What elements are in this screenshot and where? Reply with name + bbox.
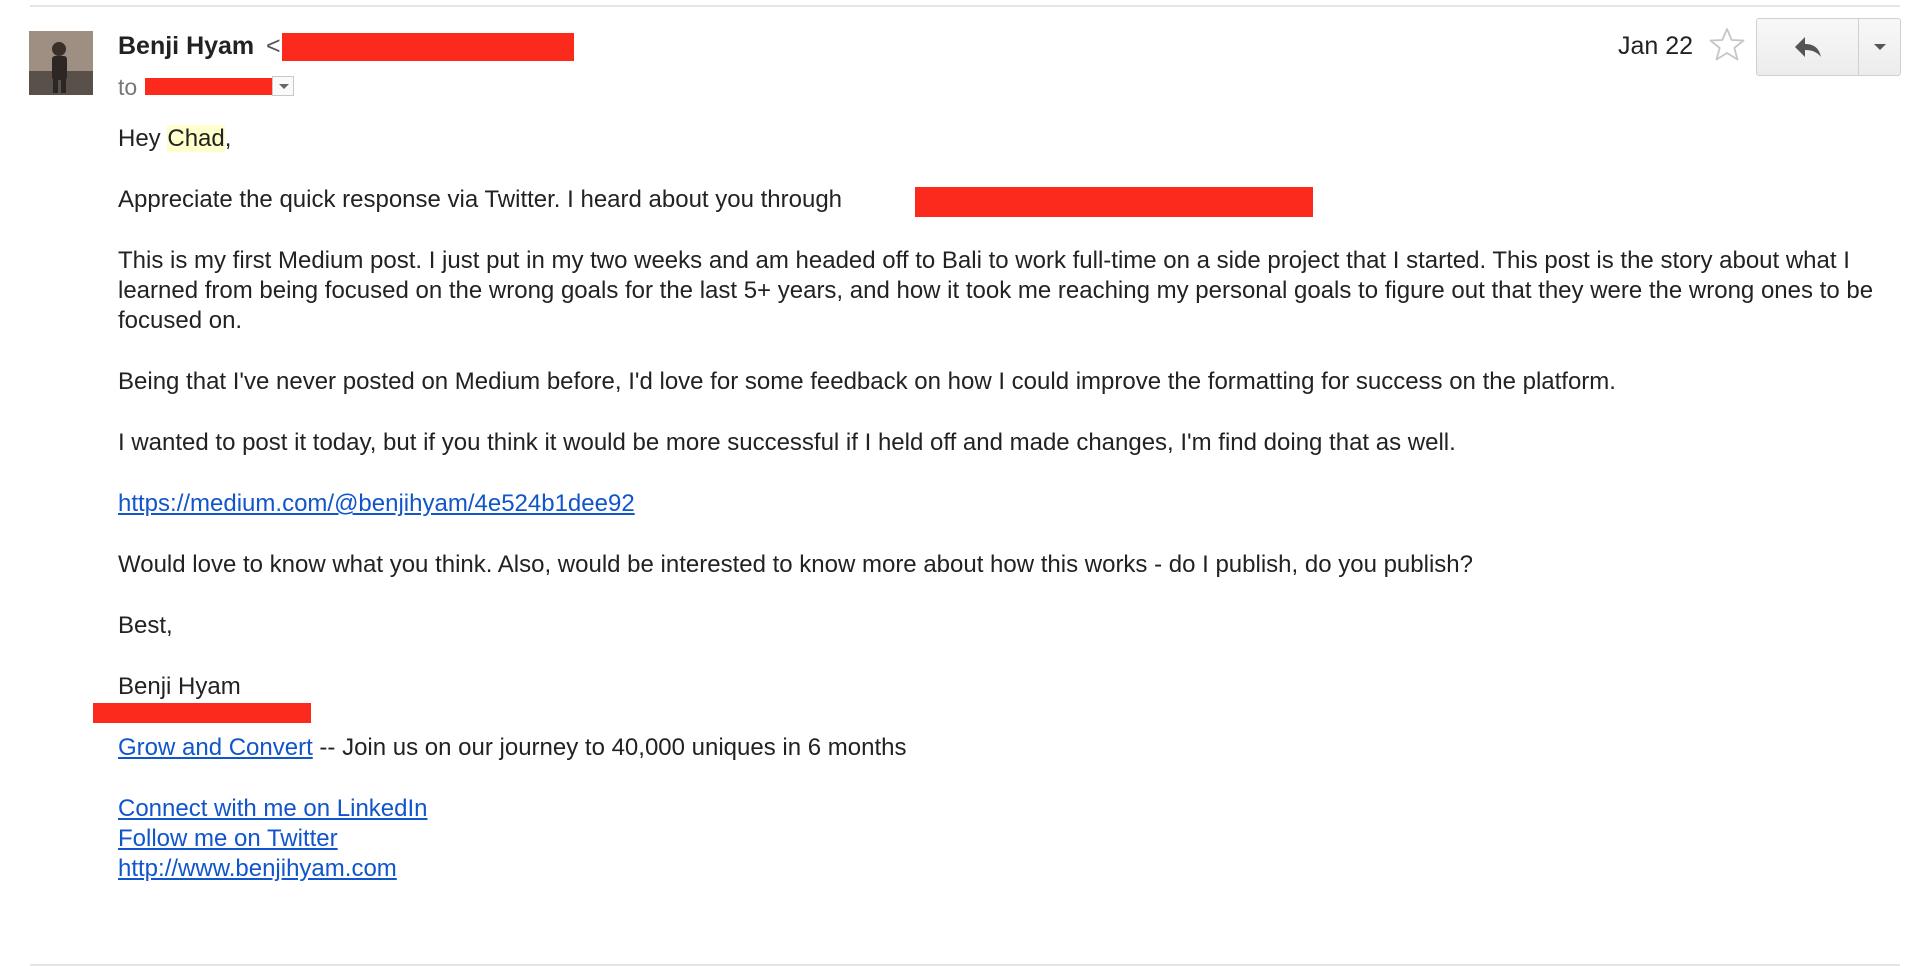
paragraph-timing: I wanted to post it today, but if you th…: [118, 429, 1456, 456]
signature-links: Connect with me on LinkedIn Follow me on…: [118, 794, 1878, 884]
redacted-signature-title: [93, 703, 311, 723]
more-options-button[interactable]: [1859, 19, 1900, 75]
sender-email-open: <: [266, 32, 281, 60]
twitter-link[interactable]: Follow me on Twitter: [118, 824, 1878, 854]
recipient-details-dropdown[interactable]: [272, 76, 294, 96]
medium-link-line: https://medium.com/@benjihyam/4e524b1dee…: [118, 489, 1878, 519]
medium-post-link[interactable]: https://medium.com/@benjihyam/4e524b1dee…: [118, 490, 635, 517]
top-divider: [30, 5, 1900, 7]
paragraph-referral: Appreciate the quick response via Twitte…: [118, 185, 1878, 217]
website-link[interactable]: http://www.benjihyam.com: [118, 854, 1878, 884]
paragraph-feedback-request: Being that I've never posted on Medium b…: [118, 368, 1616, 395]
message-actions: [1756, 18, 1901, 76]
redacted-recipient: [145, 78, 275, 95]
star-icon[interactable]: [1708, 26, 1746, 64]
company-tagline: -- Join us on our journey to 40,000 uniq…: [312, 734, 907, 761]
paragraph-closing-question: Would love to know what you think. Also,…: [118, 551, 1473, 578]
reply-button[interactable]: [1757, 19, 1859, 75]
sender-avatar[interactable]: [29, 31, 93, 95]
company-link[interactable]: Grow and Convert: [118, 734, 313, 761]
highlighted-name: Chad: [167, 125, 225, 152]
paragraph-post-intro: This is my first Medium post. I just put…: [118, 247, 1874, 334]
sender-name[interactable]: Benji Hyam: [118, 32, 254, 61]
reply-arrow-icon: [1794, 37, 1821, 57]
caret-down-icon: [1873, 44, 1886, 50]
signature: Benji Hyam Grow and Convert -- Join us o…: [93, 672, 1878, 884]
redacted-referrer: [915, 187, 1313, 217]
message-date: Jan 22: [1618, 32, 1694, 60]
linkedin-link[interactable]: Connect with me on LinkedIn: [118, 794, 1878, 824]
message-body: Hey Chad, Appreciate the quick response …: [93, 124, 1878, 884]
company-line: Grow and Convert -- Join us on our journ…: [118, 733, 1878, 763]
signature-name: Benji Hyam: [118, 673, 241, 700]
recipient-label: to: [118, 74, 138, 100]
redacted-sender-email: [282, 33, 574, 61]
closing: Best,: [118, 612, 173, 639]
avatar-photo-icon: [29, 31, 93, 95]
greeting: Hey Chad,: [118, 125, 232, 152]
